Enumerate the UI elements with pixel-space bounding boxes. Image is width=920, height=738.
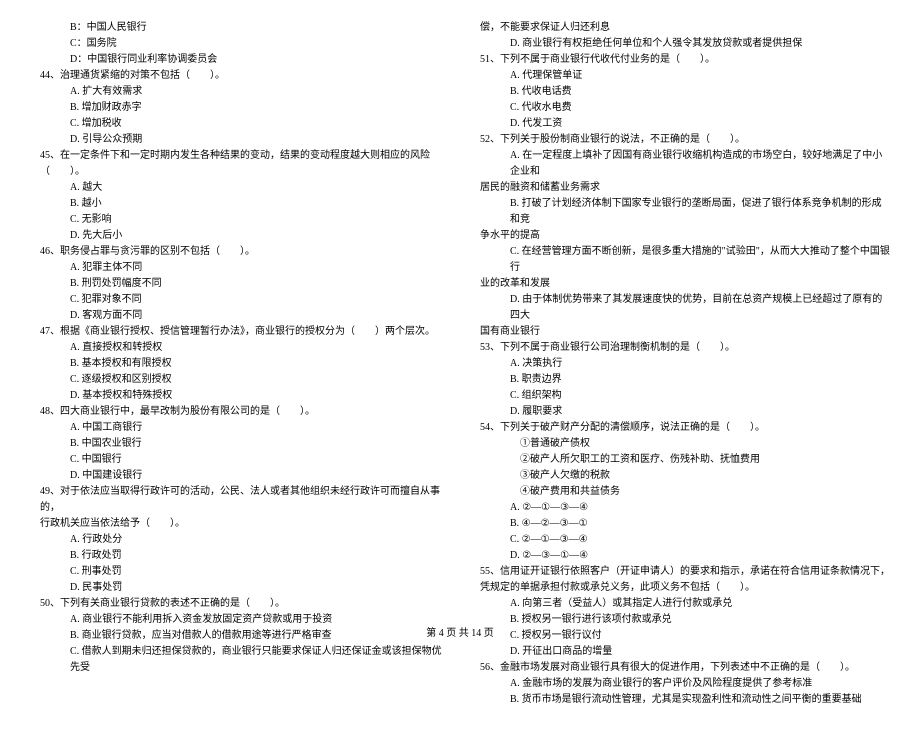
option-text: A. 决策执行 [470, 356, 890, 372]
option-continuation: 偿，不能要求保证人归还利息 [470, 20, 890, 36]
sub-option: ②破产人所欠职工的工资和医疗、伤残补助、抚恤费用 [470, 452, 890, 468]
question-56: 56、金融市场发展对商业银行具有很大的促进作用，下列表述中不正确的是（ ）。 [470, 660, 890, 676]
question-48: 48、四大商业银行中，最早改制为股份有限公司的是（ ）。 [30, 404, 450, 420]
option-text: D：中国银行同业利率协调委员会 [30, 52, 450, 68]
question-55: 55、信用证开证银行依照客户（开证申请人）的要求和指示，承诺在符合信用证条款情况… [470, 564, 890, 580]
option-text: D. 开征出口商品的增量 [470, 644, 890, 660]
option-text: D. 履职要求 [470, 404, 890, 420]
question-44: 44、治理通货紧缩的对策不包括（ ）。 [30, 68, 450, 84]
option-text: D. ②—③—①—④ [470, 548, 890, 564]
option-text: A. 金融市场的发展为商业银行的客户评价及风险程度提供了参考标准 [470, 676, 890, 692]
question-continuation: （ ）。 [30, 164, 450, 180]
option-text: A. 中国工商银行 [30, 420, 450, 436]
option-text: B. ④—②—③—① [470, 516, 890, 532]
option-text: C. 无影响 [30, 212, 450, 228]
option-text: B. 越小 [30, 196, 450, 212]
option-text: C. 增加税收 [30, 116, 450, 132]
option-continuation: 业的改革和发展 [470, 276, 890, 292]
option-text: B. 货币市场是银行流动性管理，尤其是实现盈利性和流动性之间平衡的重要基础 [470, 692, 890, 708]
sub-option: ①普通破产债权 [470, 436, 890, 452]
option-text: B. 代收电话费 [470, 84, 890, 100]
option-text: A. 扩大有效需求 [30, 84, 450, 100]
option-text: B. 打破了计划经济体制下国家专业银行的垄断局面，促进了银行体系竞争机制的形成和… [470, 196, 890, 228]
option-text: C. ②—①—③—④ [470, 532, 890, 548]
option-text: A. 向第三者（受益人）或其指定人进行付款或承兑 [470, 596, 890, 612]
question-47: 47、根据《商业银行授权、授信管理暂行办法》，商业银行的授权分为（ ）两个层次。 [30, 324, 450, 340]
option-text: A. 直接授权和转授权 [30, 340, 450, 356]
option-text: A. 犯罪主体不同 [30, 260, 450, 276]
question-continuation: 凭规定的单据承担付款或承兑义务，此项义务不包括（ ）。 [470, 580, 890, 596]
question-49: 49、对于依法应当取得行政许可的活动，公民、法人或者其他组织未经行政许可而擅自从… [30, 484, 450, 516]
question-45: 45、在一定条件下和一定时期内发生各种结果的变动，结果的变动程度越大则相应的风险 [30, 148, 450, 164]
option-text: D. 基本授权和特殊授权 [30, 388, 450, 404]
question-51: 51、下列不属于商业银行代收代付业务的是（ ）。 [470, 52, 890, 68]
option-text: D. 客观方面不同 [30, 308, 450, 324]
option-text: B：中国人民银行 [30, 20, 450, 36]
option-continuation: 居民的融资和储蓄业务需求 [470, 180, 890, 196]
option-text: D. 中国建设银行 [30, 468, 450, 484]
option-text: B. 行政处罚 [30, 548, 450, 564]
option-text: B. 中国农业银行 [30, 436, 450, 452]
option-text: A. 越大 [30, 180, 450, 196]
question-50: 50、下列有关商业银行贷款的表述不正确的是（ ）。 [30, 596, 450, 612]
option-continuation: 国有商业银行 [470, 324, 890, 340]
option-text: C. 刑事处罚 [30, 564, 450, 580]
option-text: B. 增加财政赤字 [30, 100, 450, 116]
question-continuation: 行政机关应当依法给予（ ）。 [30, 516, 450, 532]
option-text: C. 犯罪对象不同 [30, 292, 450, 308]
option-text: C. 在经营管理方面不断创新，是很多重大措施的"试验田"，从而大大推动了整个中国… [470, 244, 890, 276]
question-54: 54、下列关于破产财产分配的清偿顺序，说法正确的是（ ）。 [470, 420, 890, 436]
option-text: A. 在一定程度上填补了因国有商业银行收缩机构造成的市场空白，较好地满足了中小企… [470, 148, 890, 180]
option-text: D. 商业银行有权拒绝任何单位和个人强令其发放贷款或者提供担保 [470, 36, 890, 52]
option-text: B. 职责边界 [470, 372, 890, 388]
option-text: B. 基本授权和有限授权 [30, 356, 450, 372]
option-text: C：国务院 [30, 36, 450, 52]
sub-option: ④破产费用和共益债务 [470, 484, 890, 500]
option-text: A. ②—①—③—④ [470, 500, 890, 516]
page-footer: 第 4 页 共 14 页 [0, 626, 920, 642]
option-text: A. 行政处分 [30, 532, 450, 548]
sub-option: ③破产人欠缴的税款 [470, 468, 890, 484]
option-text: C. 中国银行 [30, 452, 450, 468]
question-46: 46、职务侵占罪与贪污罪的区别不包括（ ）。 [30, 244, 450, 260]
option-text: D. 由于体制优势带来了其发展速度快的优势，目前在总资产规模上已经超过了原有的四… [470, 292, 890, 324]
option-text: D. 代发工资 [470, 116, 890, 132]
option-text: D. 引导公众预期 [30, 132, 450, 148]
option-text: D. 先大后小 [30, 228, 450, 244]
option-text: B. 刑罚处罚幅度不同 [30, 276, 450, 292]
option-text: D. 民事处罚 [30, 580, 450, 596]
option-text: C. 逐级授权和区别授权 [30, 372, 450, 388]
question-52: 52、下列关于股份制商业银行的说法，不正确的是（ ）。 [470, 132, 890, 148]
question-53: 53、下列不属于商业银行公司治理制衡机制的是（ ）。 [470, 340, 890, 356]
option-continuation: 争水平的提高 [470, 228, 890, 244]
option-text: C. 借款人到期未归还担保贷款的，商业银行只能要求保证人归还保证金或该担保物优先… [30, 644, 450, 676]
option-text: A. 代理保管单证 [470, 68, 890, 84]
option-text: C. 组织架构 [470, 388, 890, 404]
option-text: C. 代收水电费 [470, 100, 890, 116]
